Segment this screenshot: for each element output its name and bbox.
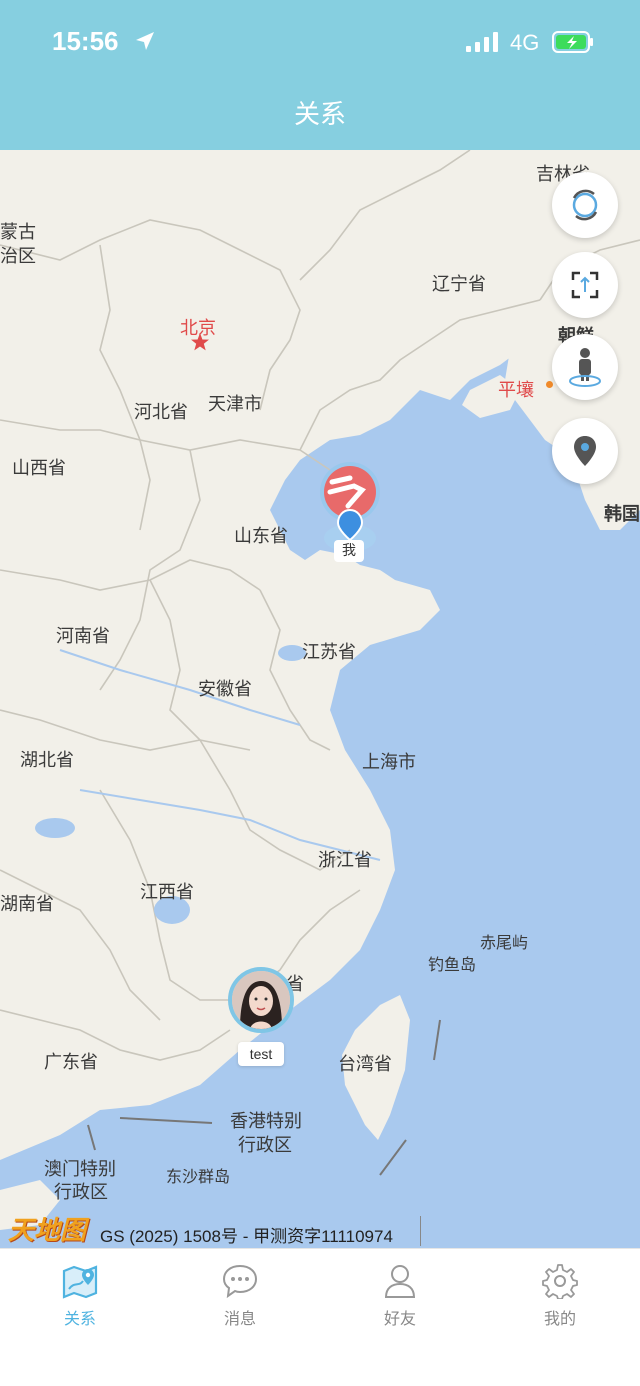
map-label-anhui: 安徽省 [198, 679, 252, 700]
signal-icon [466, 32, 498, 52]
map-label-jiangsu: 江苏省 [302, 642, 356, 663]
map-view[interactable]: 吉林省 蒙古 治区 辽宁省 北京 朝鲜 平壤 河北省 天津市 山西省 山东省 韩… [0, 150, 640, 1248]
gear-icon [542, 1264, 578, 1299]
fullscreen-icon [571, 271, 599, 299]
location-arrow-icon [136, 32, 154, 50]
avatar [232, 971, 290, 1029]
chat-bubble-icon [222, 1264, 258, 1299]
map-label-shanxi: 山西省 [12, 458, 66, 479]
capital-star-icon [191, 333, 209, 351]
person-icon [384, 1265, 416, 1298]
map-label-jiangxi: 江西省 [140, 882, 194, 903]
map-label-zhejiang: 浙江省 [318, 850, 372, 871]
refresh-icon [572, 189, 598, 221]
map-label-taiwan: 台湾省 [338, 1054, 392, 1075]
map-label-hongkong-1: 香港特别 [230, 1111, 302, 1132]
map-icon [62, 1265, 98, 1299]
map-base-layer [0, 150, 640, 1248]
tab-friends[interactable]: 好友 [340, 1263, 460, 1329]
tab-label: 好友 [383, 1309, 416, 1328]
map-label-hunan: 湖南省 [0, 894, 54, 915]
status-time: 15:56 [52, 26, 119, 56]
battery-icon [552, 31, 593, 53]
map-copyright: GS (2025) 1508号 - 甲测资字11110974 [100, 1227, 393, 1246]
map-provider-logo: 天地图 [8, 1216, 87, 1246]
tab-bar: 关系 消息 好友 我的 [0, 1248, 640, 1386]
map-label-macau-2: 行政区 [54, 1182, 108, 1203]
city-dot [546, 381, 553, 388]
tab-label: 消息 [223, 1309, 256, 1328]
network-type: 4G [510, 30, 540, 55]
street-view-icon [569, 348, 601, 387]
page-title: 关系 [293, 100, 346, 130]
locate-button[interactable] [552, 418, 618, 484]
street-view-button[interactable] [552, 334, 618, 400]
my-location-label: 我 [334, 540, 364, 562]
map-label-henan: 河南省 [56, 626, 110, 647]
map-label-neimenggu-1: 蒙古 [0, 222, 36, 243]
map-label-liaoning: 辽宁省 [432, 274, 486, 295]
map-label-hongkong-2: 行政区 [238, 1135, 292, 1156]
map-label-tianjin: 天津市 [208, 394, 262, 415]
map-label-chiweiyu: 赤尾屿 [480, 933, 529, 952]
map-label-dongsha: 东沙群岛 [166, 1167, 231, 1186]
map-label-neimenggu-2: 治区 [0, 246, 36, 267]
map-label-pingrang: 平壤 [498, 380, 534, 401]
map-label-shandong: 山东省 [234, 526, 288, 547]
app-header: 15:56 4G 关系 [0, 0, 640, 150]
tab-mine[interactable]: 我的 [500, 1263, 620, 1329]
map-label-hebei: 河北省 [134, 402, 188, 423]
fullscreen-button[interactable] [552, 252, 618, 318]
map-label-guangdong: 广东省 [44, 1052, 98, 1073]
refresh-button[interactable] [552, 172, 618, 238]
map-label-hubei: 湖北省 [20, 750, 74, 771]
location-pin-icon [574, 436, 596, 466]
tab-label: 我的 [543, 1309, 576, 1328]
tab-relations[interactable]: 关系 [20, 1263, 140, 1329]
divider [420, 1216, 421, 1246]
map-label-shanghai: 上海市 [362, 752, 416, 773]
friend-name-label: test [238, 1042, 284, 1066]
map-label-diaoyudao: 钓鱼岛 [428, 955, 477, 974]
tab-messages[interactable]: 消息 [180, 1263, 300, 1329]
map-label-hanguo: 韩国 [604, 504, 640, 525]
tab-label: 关系 [63, 1309, 96, 1328]
friend-avatar-marker[interactable] [228, 967, 294, 1033]
